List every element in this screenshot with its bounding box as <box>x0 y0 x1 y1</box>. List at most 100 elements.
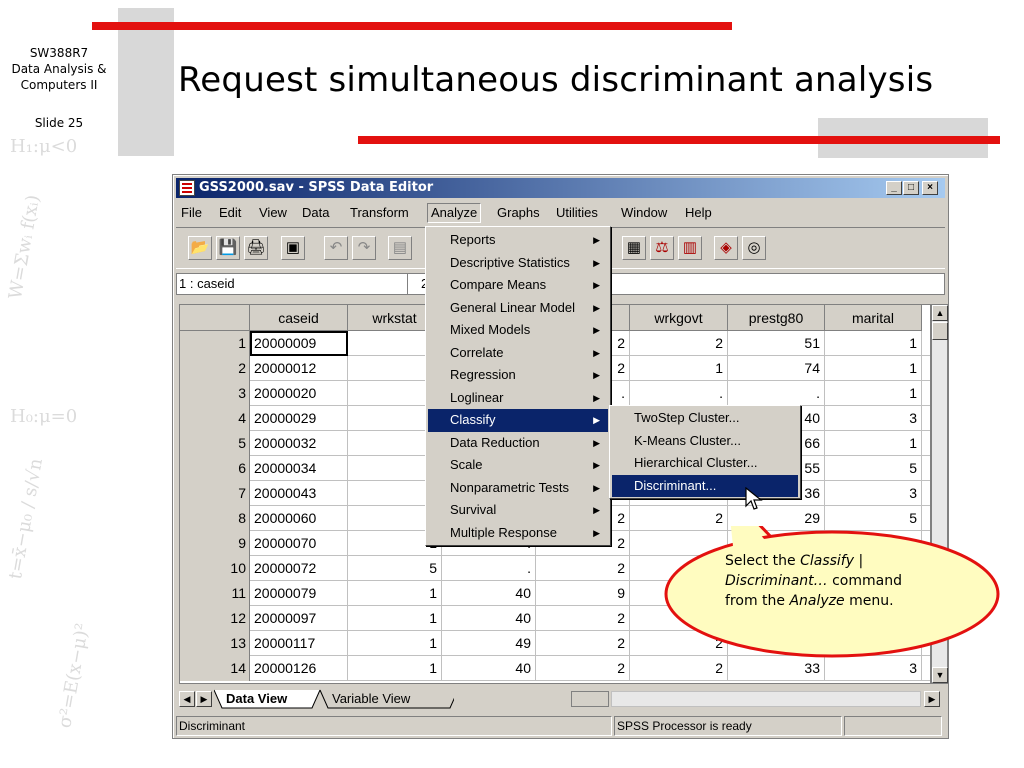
menu-item[interactable]: Reports ▶ <box>428 229 608 252</box>
table-cell[interactable]: . <box>728 381 825 406</box>
table-cell[interactable]: 40 <box>442 581 536 606</box>
table-cell[interactable]: 2 <box>536 606 630 631</box>
table-cell[interactable]: 74 <box>728 356 825 381</box>
row-number[interactable]: 9 <box>180 531 250 556</box>
print-icon[interactable]: 🖨 <box>244 236 268 260</box>
menu-item[interactable]: Descriptive Statistics ▶ <box>428 252 608 275</box>
menu-help[interactable]: Help <box>685 205 712 220</box>
row-number[interactable]: 10 <box>180 556 250 581</box>
table-cell[interactable]: 9 <box>536 581 630 606</box>
row-number[interactable]: 11 <box>180 581 250 606</box>
row-number[interactable]: 2 <box>180 356 250 381</box>
table-cell[interactable]: 1 <box>348 606 442 631</box>
column-header[interactable]: caseid <box>250 305 348 331</box>
menu-item[interactable]: Classify ▶ <box>428 409 608 432</box>
table-cell[interactable]: 3 <box>825 406 922 431</box>
menu-item[interactable]: Scale ▶ <box>428 454 608 477</box>
redo-icon[interactable]: ↷ <box>352 236 376 260</box>
scroll-down-arrow-icon[interactable]: ▼ <box>932 667 948 683</box>
menu-item[interactable]: Data Reduction ▶ <box>428 432 608 455</box>
table-icon[interactable]: ▦ <box>622 236 646 260</box>
use-sets-icon[interactable]: ◎ <box>742 236 766 260</box>
variables-icon[interactable]: ▥ <box>678 236 702 260</box>
column-header[interactable]: marital <box>825 305 922 331</box>
menu-transform[interactable]: Transform <box>350 205 409 220</box>
minimize-button[interactable]: _ <box>886 181 902 195</box>
corner-header[interactable] <box>180 305 250 331</box>
menu-analyze[interactable]: Analyze <box>427 203 482 223</box>
menu-item[interactable]: Loglinear ▶ <box>428 387 608 410</box>
table-cell[interactable]: 1 <box>348 631 442 656</box>
table-cell[interactable]: 5 <box>825 456 922 481</box>
menu-edit[interactable]: Edit <box>219 205 241 220</box>
menu-utilities[interactable]: Utilities <box>556 205 598 220</box>
menu-item[interactable]: Compare Means ▶ <box>428 274 608 297</box>
dialog-recall-icon[interactable]: ▣ <box>281 236 305 260</box>
table-cell[interactable]: 40 <box>442 606 536 631</box>
table-cell[interactable]: 1 <box>348 581 442 606</box>
table-cell[interactable]: 20000012 <box>250 356 348 381</box>
scroll-thumb[interactable] <box>932 322 948 340</box>
menu-item[interactable]: Regression ▶ <box>428 364 608 387</box>
menu-item[interactable]: Multiple Response ▶ <box>428 522 608 545</box>
row-number[interactable]: 1 <box>180 331 250 356</box>
row-number[interactable]: 3 <box>180 381 250 406</box>
menu-item[interactable]: TwoStep Cluster... <box>612 407 798 430</box>
table-cell[interactable]: 2 <box>630 331 728 356</box>
table-cell[interactable]: 1 <box>348 656 442 681</box>
row-number[interactable]: 8 <box>180 506 250 531</box>
table-cell[interactable]: 20000126 <box>250 656 348 681</box>
table-cell[interactable]: 1 <box>825 356 922 381</box>
table-cell[interactable]: 20000117 <box>250 631 348 656</box>
table-cell[interactable]: 20000034 <box>250 456 348 481</box>
table-cell[interactable]: 1 <box>630 356 728 381</box>
row-number[interactable]: 14 <box>180 656 250 681</box>
table-cell[interactable]: 2 <box>536 556 630 581</box>
horizontal-scroll-track[interactable] <box>611 691 921 707</box>
table-cell[interactable]: 49 <box>442 631 536 656</box>
menu-file[interactable]: File <box>181 205 202 220</box>
undo-icon[interactable]: ↶ <box>324 236 348 260</box>
table-cell[interactable]: 40 <box>442 656 536 681</box>
row-number[interactable]: 12 <box>180 606 250 631</box>
table-cell[interactable]: 20000043 <box>250 481 348 506</box>
table-cell[interactable]: 1 <box>825 331 922 356</box>
table-cell[interactable]: 20000029 <box>250 406 348 431</box>
close-button[interactable]: × <box>922 181 938 195</box>
menu-data[interactable]: Data <box>302 205 329 220</box>
menu-item[interactable]: Mixed Models ▶ <box>428 319 608 342</box>
horizontal-scroll-left[interactable] <box>571 691 609 707</box>
table-cell[interactable]: . <box>442 556 536 581</box>
table-cell[interactable]: 20000079 <box>250 581 348 606</box>
row-number[interactable]: 13 <box>180 631 250 656</box>
menu-item[interactable]: Correlate ▶ <box>428 342 608 365</box>
menu-item[interactable]: Discriminant... <box>612 474 798 497</box>
table-cell[interactable]: 20000020 <box>250 381 348 406</box>
table-cell[interactable]: 20000032 <box>250 431 348 456</box>
menu-item[interactable]: General Linear Model ▶ <box>428 297 608 320</box>
table-cell[interactable]: 1 <box>825 431 922 456</box>
table-cell[interactable]: . <box>630 381 728 406</box>
table-cell[interactable]: 51 <box>728 331 825 356</box>
table-cell[interactable]: 20000009 <box>250 331 348 356</box>
row-number[interactable]: 5 <box>180 431 250 456</box>
title-bar[interactable]: GSS2000.sav - SPSS Data Editor _ □ × <box>176 178 945 198</box>
table-cell[interactable]: 1 <box>825 381 922 406</box>
value-labels-icon[interactable]: ◈ <box>714 236 738 260</box>
tab-scroll-right-icon[interactable]: ▶ <box>196 691 212 707</box>
menu-item[interactable]: Survival ▶ <box>428 499 608 522</box>
goto-chart-icon[interactable]: ▤ <box>388 236 412 260</box>
menu-item[interactable]: Nonparametric Tests ▶ <box>428 477 608 500</box>
row-number[interactable]: 4 <box>180 406 250 431</box>
tab-scroll-left-icon[interactable]: ◀ <box>179 691 195 707</box>
menu-view[interactable]: View <box>259 205 287 220</box>
column-header[interactable]: prestg80 <box>728 305 825 331</box>
table-cell[interactable]: 20000060 <box>250 506 348 531</box>
table-cell[interactable]: 20000070 <box>250 531 348 556</box>
save-icon[interactable]: 💾 <box>216 236 240 260</box>
balance-icon[interactable]: ⚖ <box>650 236 674 260</box>
row-number[interactable]: 6 <box>180 456 250 481</box>
row-number[interactable]: 7 <box>180 481 250 506</box>
spss-app-icon[interactable] <box>179 180 195 196</box>
table-cell[interactable]: 20000072 <box>250 556 348 581</box>
